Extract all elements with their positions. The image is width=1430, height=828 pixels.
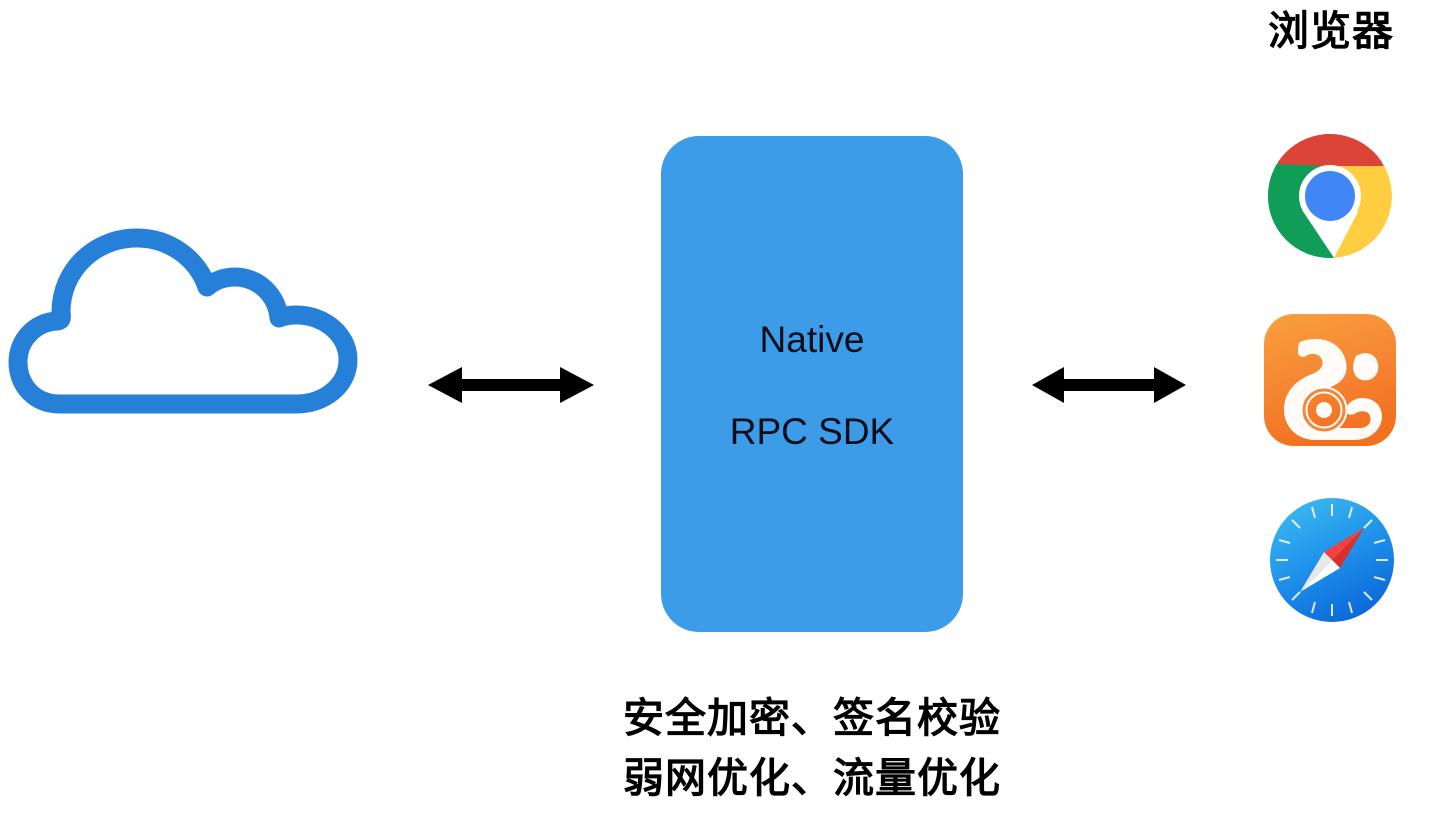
browsers-group-heading: 浏览器 xyxy=(1268,8,1394,54)
arrow-sdk-to-browsers xyxy=(1032,355,1186,415)
safari-icon xyxy=(1264,492,1400,628)
cloud-icon xyxy=(8,222,372,418)
chrome-icon xyxy=(1262,128,1398,264)
native-label: Native xyxy=(759,319,865,360)
rpc-sdk-label: RPC SDK xyxy=(729,411,895,452)
native-rpc-sdk-box: Native RPC SDK xyxy=(661,136,963,632)
sdk-feature-caption: 安全加密、签名校验 弱网优化、流量优化 xyxy=(562,688,1062,808)
arrow-cloud-to-sdk xyxy=(428,355,594,415)
uc-browser-icon xyxy=(1262,312,1398,448)
caption-line-1: 安全加密、签名校验 xyxy=(623,695,1001,741)
caption-line-2: 弱网优化、流量优化 xyxy=(623,755,1001,801)
diagram-canvas: 浏览器 Native RPC SDK 安全加密、签名校验 弱网优化、流量优化 xyxy=(0,0,1430,828)
